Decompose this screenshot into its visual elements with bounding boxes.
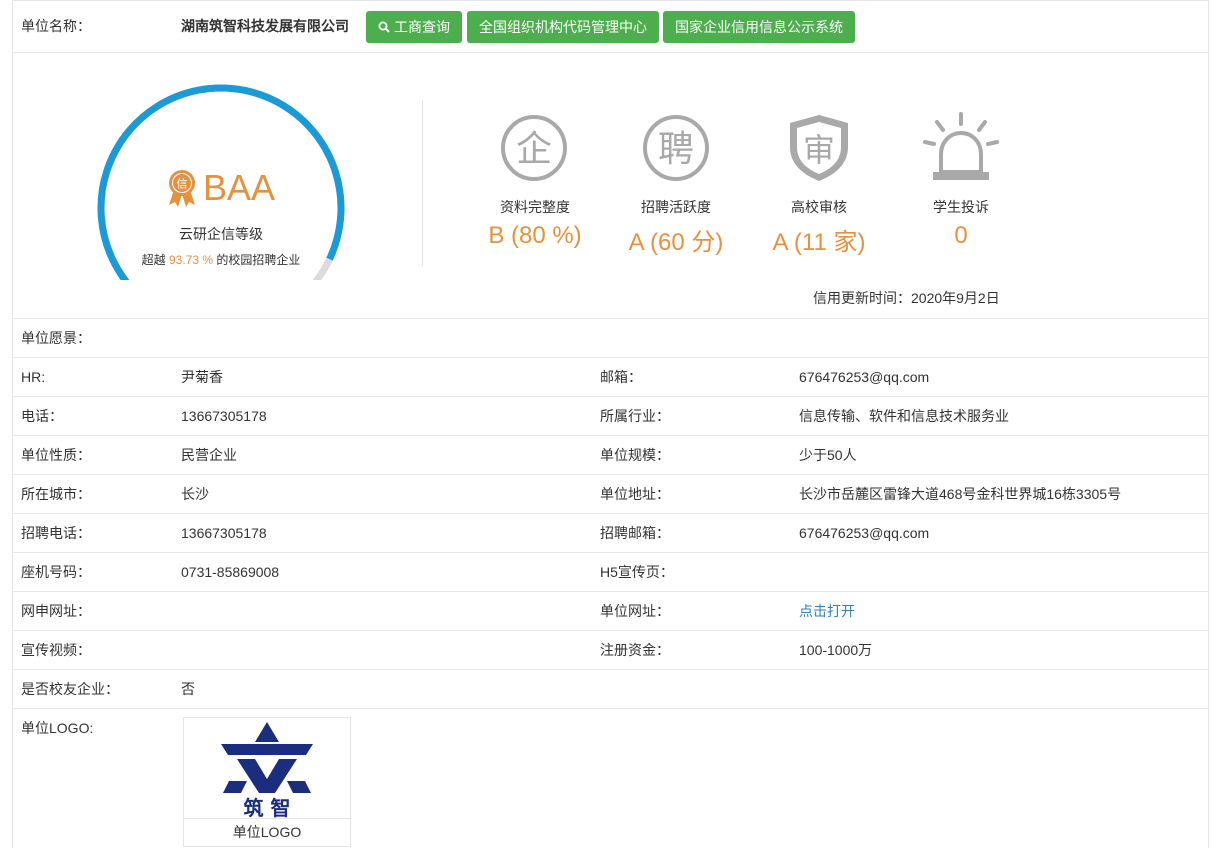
credit-info-system-button[interactable]: 国家企业信用信息公示系统 xyxy=(663,11,855,43)
field-label: 单位性质： xyxy=(21,447,91,463)
logo-label: 单位LOGO: xyxy=(21,720,94,736)
metric-complaint-label: 学生投诉 xyxy=(933,199,989,215)
exceed-prefix: 超越 xyxy=(141,253,166,267)
field-label: 电话： xyxy=(21,408,63,424)
field-label: 单位愿景： xyxy=(21,330,91,346)
company-info-panel: 单位名称： 湖南筑智科技发展有限公司 工商查询 全国组织机构代码管理中心 国家企… xyxy=(12,0,1209,848)
credit-divider xyxy=(422,100,423,266)
field-value: 676476253@qq.com xyxy=(799,369,930,385)
company-logo-card[interactable]: 筑 智 单位LOGO xyxy=(183,717,351,847)
credit-info-system-label: 国家企业信用信息公示系统 xyxy=(675,19,843,35)
exceed-suffix: 的校园招聘企业 xyxy=(216,253,301,267)
credit-section: 信 BAA 云研企信等级 超越 93.73 % 的校园招聘企业 企 资料完整度 … xyxy=(13,52,1208,319)
business-query-label: 工商查询 xyxy=(394,19,450,35)
metric-audit-value: A (11 家) xyxy=(772,229,866,256)
credit-grade: BAA xyxy=(203,167,276,208)
metric-audit-label: 高校审核 xyxy=(791,199,847,215)
field-value: 676476253@qq.com xyxy=(799,525,930,541)
field-value: 民营企业 xyxy=(181,447,237,463)
metric-completeness-value: B (80 %) xyxy=(488,222,582,249)
audit-shield-icon: 审 xyxy=(790,115,848,181)
field-label: 单位地址： xyxy=(600,486,670,502)
field-value: 长沙市岳麓区雷锋大道468号金科世界城16栋3305号 xyxy=(799,486,1122,502)
field-label: 单位规模： xyxy=(600,447,670,463)
audit-icon-char: 审 xyxy=(803,131,835,169)
logo-caption-divider xyxy=(184,818,350,819)
field-value: 少于50人 xyxy=(799,447,857,463)
field-label: 招聘电话： xyxy=(21,525,91,541)
table-row: 是否校友企业： 否 xyxy=(13,670,1208,709)
credit-exceed-text: 超越 93.73 % 的校园招聘企业 xyxy=(101,251,341,268)
table-row: 单位性质： 民营企业 单位规模： 少于50人 xyxy=(13,436,1208,475)
field-label: 邮箱： xyxy=(600,369,642,385)
field-label: 单位网址： xyxy=(600,603,670,619)
field-label: H5宣传页： xyxy=(600,564,674,580)
table-row: 网申网址： 单位网址： 点击打开 xyxy=(13,592,1208,631)
field-label: 宣传视频： xyxy=(21,642,91,658)
table-row: 单位愿景： xyxy=(13,319,1208,358)
field-label: 所在城市： xyxy=(21,486,91,502)
logo-caption: 单位LOGO xyxy=(232,824,302,840)
field-label: 座机号码： xyxy=(21,564,91,580)
field-value: 尹菊香 xyxy=(181,369,223,385)
recruit-icon-char: 聘 xyxy=(658,129,694,170)
field-value: 长沙 xyxy=(181,486,209,502)
company-logo-image: 筑 智 xyxy=(221,722,313,820)
credit-medal-icon: 信 xyxy=(169,170,195,207)
field-label: 注册资金： xyxy=(600,642,670,658)
credit-update-time: 信用更新时间：2020年9月2日 xyxy=(813,290,1000,306)
credit-medal-char: 信 xyxy=(177,178,188,191)
alarm-light-icon xyxy=(923,112,999,180)
enterprise-icon-char: 企 xyxy=(516,129,552,170)
table-row: 座机号码： 0731-85869008 H5宣传页： xyxy=(13,553,1208,592)
enterprise-icon: 企 xyxy=(501,115,567,181)
field-label: 网申网址： xyxy=(21,603,91,619)
table-row: 所在城市： 长沙 单位地址： 长沙市岳麓区雷锋大道468号金科世界城16栋3305号 xyxy=(13,475,1208,514)
field-value: 信息传输、软件和信息技术服务业 xyxy=(799,408,1009,424)
website-link[interactable]: 点击打开 xyxy=(799,592,855,630)
search-icon xyxy=(378,21,390,33)
field-label: 所属行业： xyxy=(600,408,670,424)
field-label: 是否校友企业： xyxy=(21,681,119,697)
org-code-center-button[interactable]: 全国组织机构代码管理中心 xyxy=(467,11,659,43)
company-name-label: 单位名称： xyxy=(21,18,91,34)
metric-activity-value: A (60 分) xyxy=(628,229,724,256)
field-value: 0731-85869008 xyxy=(181,564,280,580)
table-row: 宣传视频： 注册资金： 100-1000万 xyxy=(13,631,1208,670)
company-header-row: 单位名称： 湖南筑智科技发展有限公司 工商查询 全国组织机构代码管理中心 国家企… xyxy=(13,0,1208,53)
org-code-center-label: 全国组织机构代码管理中心 xyxy=(479,19,647,35)
recruit-icon: 聘 xyxy=(643,115,709,181)
exceed-percentage: 93.73 % xyxy=(168,253,214,267)
table-row: 电话： 13667305178 所属行业： 信息传输、软件和信息技术服务业 xyxy=(13,397,1208,436)
metric-complaint-value: 0 xyxy=(954,222,968,249)
metric-completeness-label: 资料完整度 xyxy=(500,199,570,215)
credit-grade-label: 云研企信等级 xyxy=(179,226,263,242)
field-label: 招聘邮箱： xyxy=(600,525,670,541)
table-row: HR: 尹菊香 邮箱： 676476253@qq.com xyxy=(13,358,1208,397)
field-value: 100-1000万 xyxy=(799,642,873,658)
logo-mark-text: 筑 智 xyxy=(244,796,291,820)
field-value: 13667305178 xyxy=(181,408,267,424)
field-value: 否 xyxy=(181,681,195,697)
table-row: 招聘电话： 13667305178 招聘邮箱： 676476253@qq.com xyxy=(13,514,1208,553)
field-label: HR: xyxy=(21,369,46,385)
business-query-button[interactable]: 工商查询 xyxy=(366,11,462,43)
metric-activity-label: 招聘活跃度 xyxy=(641,199,711,215)
company-name: 湖南筑智科技发展有限公司 xyxy=(181,18,349,34)
field-value: 13667305178 xyxy=(181,525,267,541)
